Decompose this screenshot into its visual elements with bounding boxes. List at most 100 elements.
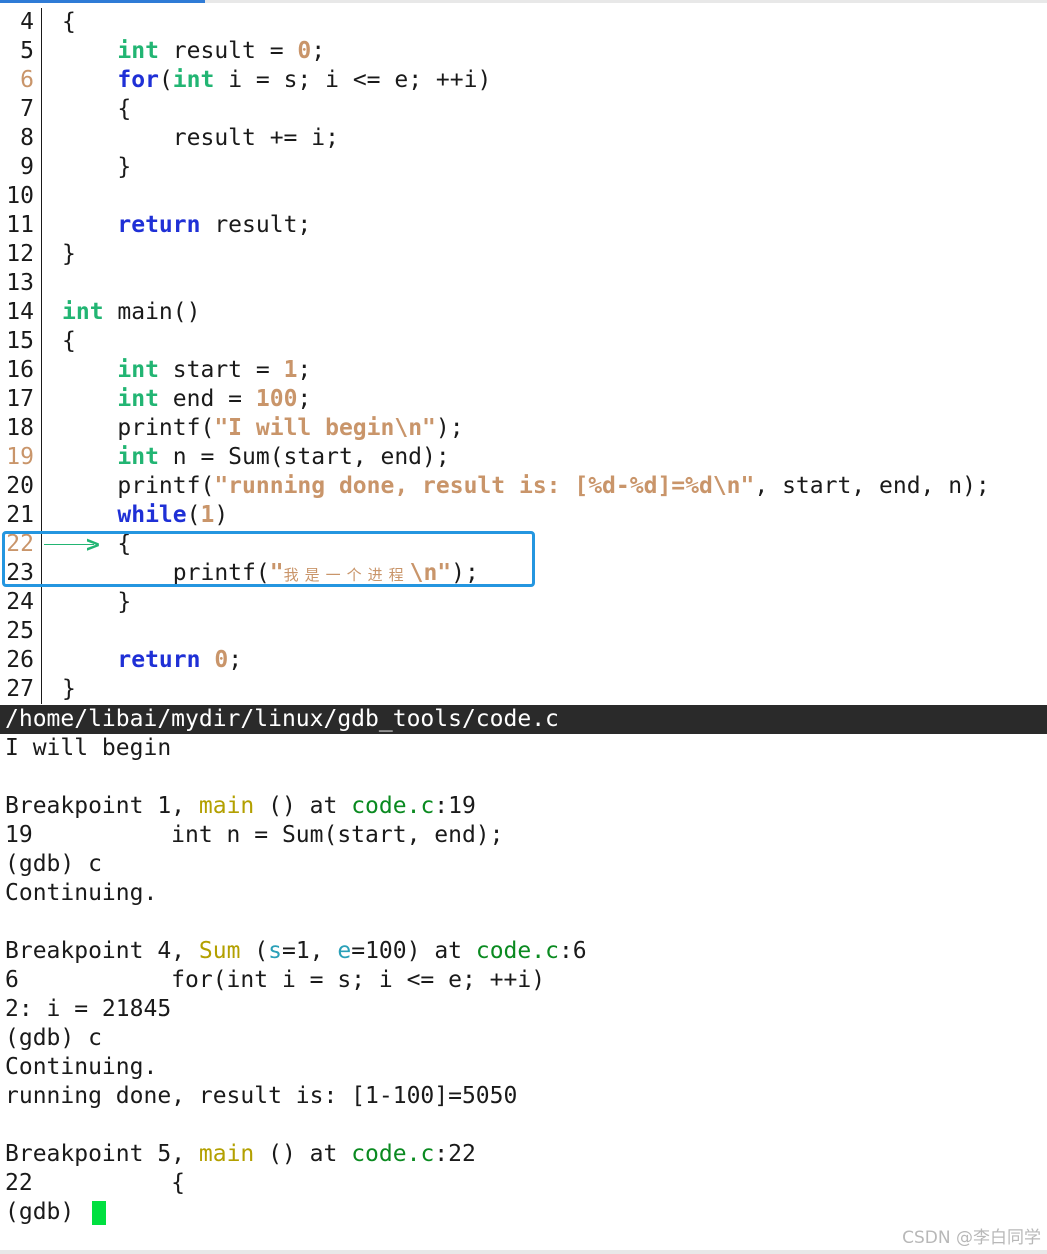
source-line: 10: [0, 182, 1047, 211]
source-line: 18 printf("I will begin\n");: [0, 414, 1047, 443]
code-token: ): [214, 502, 229, 528]
code-token: {: [62, 9, 76, 35]
line-number[interactable]: 12: [0, 240, 34, 269]
terminal-token: :19: [434, 793, 476, 819]
code-token: 100: [255, 386, 298, 412]
code-token: 1: [200, 502, 215, 528]
source-line-code: int n = Sum(start, end);: [62, 443, 449, 472]
source-line: 6 for(int i = s; i <= e; ++i): [0, 66, 1047, 95]
code-token: result += i;: [62, 125, 339, 151]
code-token: 0: [297, 38, 312, 64]
terminal-token: Continuing.: [5, 1054, 158, 1080]
source-line-code: return result;: [62, 211, 311, 240]
terminal-token: Continuing.: [5, 880, 158, 906]
code-token: }: [62, 241, 76, 267]
code-token: main(): [103, 299, 201, 325]
code-token: "running done, result is: [%d-%d]=%d\n": [214, 473, 755, 499]
source-line: 19 int n = Sum(start, end);: [0, 443, 1047, 472]
terminal-token: code.c: [351, 1141, 435, 1167]
line-number[interactable]: 13: [0, 269, 34, 298]
line-number[interactable]: 17: [0, 385, 34, 414]
source-line: 9 }: [0, 153, 1047, 182]
code-token: i = s; i <= e; ++i): [214, 67, 492, 93]
source-line-code: int end = 100;: [62, 385, 311, 414]
terminal-token: Breakpoint 4,: [5, 938, 199, 964]
line-number[interactable]: 20: [0, 472, 34, 501]
code-token: "I will begin\n": [214, 415, 436, 441]
code-token: (: [186, 502, 201, 528]
terminal-token: Breakpoint 5,: [5, 1141, 199, 1167]
terminal-token: =100) at: [351, 938, 476, 964]
terminal-token: (gdb) c: [5, 1025, 102, 1051]
source-line-code: int start = 1;: [62, 356, 311, 385]
source-line: 25: [0, 617, 1047, 646]
line-number[interactable]: 5: [0, 37, 34, 66]
breakpoint-line-number[interactable]: 6: [0, 66, 34, 95]
line-number[interactable]: 16: [0, 356, 34, 385]
terminal-cursor[interactable]: [92, 1200, 107, 1225]
source-line: 17 int end = 100;: [0, 385, 1047, 414]
code-token: result;: [200, 212, 312, 238]
terminal-line: (gdb) c: [5, 1024, 1045, 1053]
terminal-token: main: [198, 1141, 255, 1167]
current-line-highlight-box: [2, 531, 535, 587]
code-token: );: [435, 415, 464, 441]
terminal-line: Breakpoint 4, Sum (s=1, e=100) at code.c…: [5, 937, 1045, 966]
source-line-code: }: [62, 675, 76, 704]
source-line: 16 int start = 1;: [0, 356, 1047, 385]
code-token: {: [62, 328, 76, 354]
line-number[interactable]: 9: [0, 153, 34, 182]
source-line-code: return 0;: [62, 646, 242, 675]
code-token: ;: [311, 38, 326, 64]
code-token: int: [117, 386, 159, 412]
terminal-token: () at: [254, 1141, 352, 1167]
terminal-token: (gdb): [5, 1199, 89, 1225]
terminal-token: (: [240, 938, 269, 964]
terminal-token: code.c: [475, 938, 559, 964]
line-number[interactable]: 15: [0, 327, 34, 356]
code-token: while: [117, 502, 187, 528]
breakpoint-line-number[interactable]: 19: [0, 443, 34, 472]
line-number[interactable]: 4: [0, 8, 34, 37]
source-line: 4{: [0, 8, 1047, 37]
line-number[interactable]: 27: [0, 675, 34, 704]
terminal-token: =1,: [281, 938, 338, 964]
terminal-token: :22: [434, 1141, 476, 1167]
line-number[interactable]: 8: [0, 124, 34, 153]
code-token: return: [117, 647, 201, 673]
terminal-token: () at: [254, 793, 352, 819]
source-line: 13: [0, 269, 1047, 298]
line-number[interactable]: 10: [0, 182, 34, 211]
gdb-command-pane[interactable]: I will begin Breakpoint 1, main () at cod…: [5, 734, 1045, 1227]
code-token: 0: [214, 647, 229, 673]
line-number[interactable]: 26: [0, 646, 34, 675]
code-token: ;: [297, 357, 312, 383]
line-number[interactable]: 21: [0, 501, 34, 530]
line-number[interactable]: 11: [0, 211, 34, 240]
terminal-token: s: [268, 938, 282, 964]
line-number[interactable]: 25: [0, 617, 34, 646]
terminal-token: Sum: [198, 938, 241, 964]
source-line: 20 printf("running done, result is: [%d-…: [0, 472, 1047, 501]
source-code-pane[interactable]: 4{5 int result = 0; 6 for(int i = s; i <=…: [0, 8, 1047, 704]
code-token: int: [62, 299, 104, 325]
terminal-line: 22 {: [5, 1169, 1045, 1198]
gutter-separator: [41, 8, 42, 704]
line-number[interactable]: 14: [0, 298, 34, 327]
top-edge-bar: [0, 0, 1047, 3]
line-number[interactable]: 24: [0, 588, 34, 617]
code-token: ;: [297, 386, 312, 412]
source-line: 21 while(1): [0, 501, 1047, 530]
line-number[interactable]: 7: [0, 95, 34, 124]
line-number[interactable]: 18: [0, 414, 34, 443]
source-line-code: result += i;: [62, 124, 339, 153]
code-token: , start, end, n);: [754, 473, 990, 499]
code-token: }: [62, 154, 132, 180]
source-line: 24 }: [0, 588, 1047, 617]
code-token: }: [62, 589, 132, 615]
